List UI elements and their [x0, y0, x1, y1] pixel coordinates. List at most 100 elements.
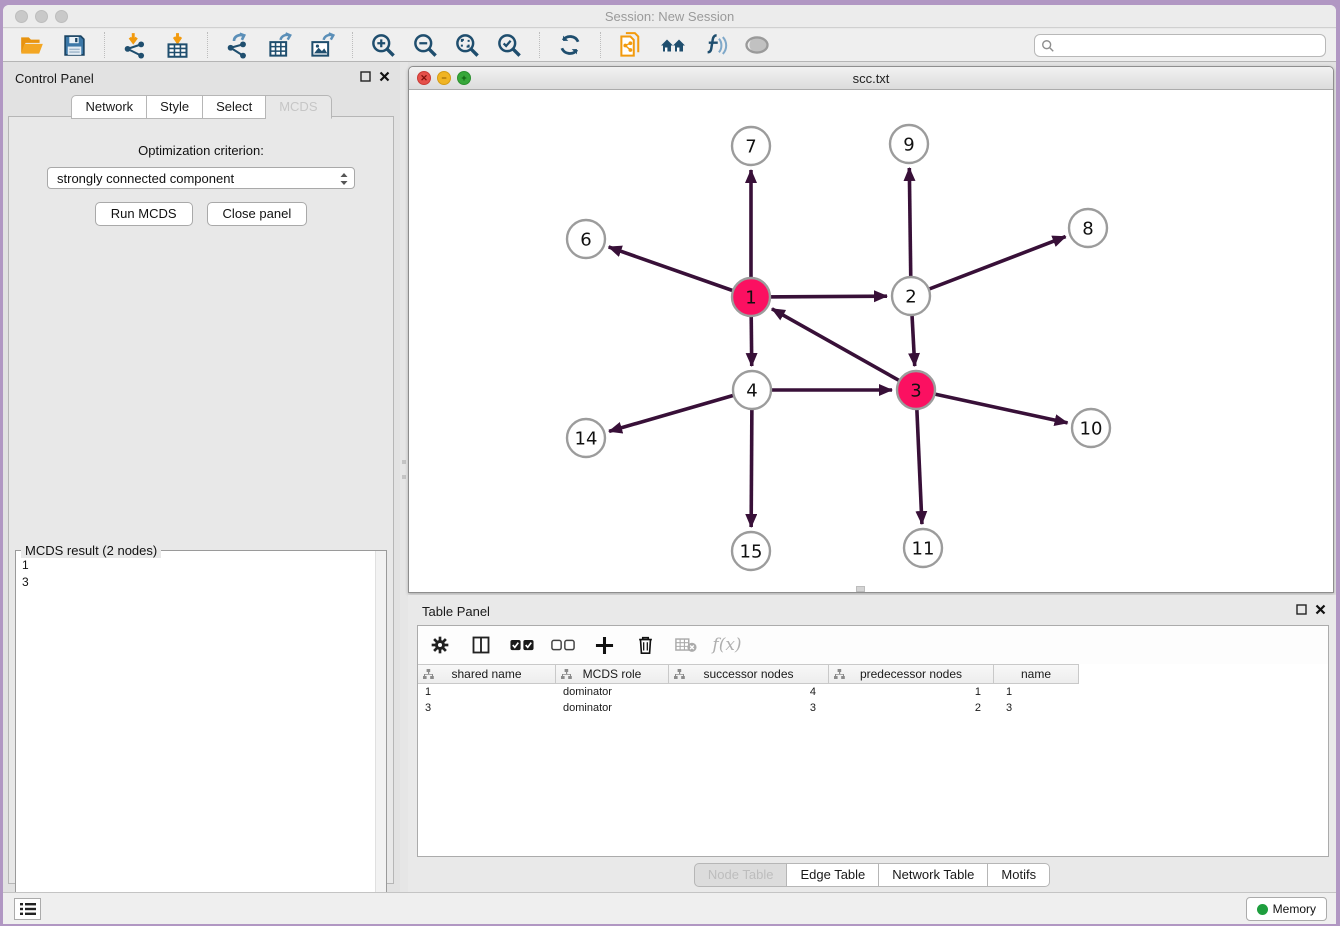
zoom-out-icon[interactable]	[411, 31, 439, 59]
float-panel-icon[interactable]	[360, 71, 371, 82]
table-panel-header: Table Panel	[408, 595, 1336, 625]
tab-network[interactable]: Network	[71, 95, 147, 119]
toolbar-separator	[207, 32, 208, 58]
graph-edge-4-14[interactable]	[609, 390, 752, 431]
graph-node-10[interactable]: 10	[1072, 409, 1110, 447]
hide-graphics-details-icon[interactable]	[701, 31, 729, 59]
tab-select[interactable]: Select	[203, 95, 266, 119]
delete-table-icon	[674, 633, 698, 657]
refresh-icon[interactable]	[556, 31, 584, 59]
graph-node-14[interactable]: 14	[567, 419, 605, 457]
deselect-all-checkbox-icon[interactable]	[551, 633, 575, 657]
tab-style[interactable]: Style	[147, 95, 203, 119]
tab-node-table[interactable]: Node Table	[694, 863, 788, 887]
select-all-checkbox-icon[interactable]	[510, 633, 534, 657]
function-builder-icon: f(x)	[715, 633, 739, 657]
run-mcds-button[interactable]: Run MCDS	[95, 202, 193, 226]
column-header-shared-name[interactable]: shared name	[418, 665, 556, 683]
svg-text:9: 9	[903, 134, 914, 155]
graph-node-3[interactable]: 3	[897, 371, 935, 409]
search-field[interactable]	[1034, 34, 1326, 57]
close-panel-icon[interactable]	[379, 71, 390, 82]
graph-edge-1-2[interactable]	[751, 296, 887, 297]
graph-node-6[interactable]: 6	[567, 220, 605, 258]
cell-shared-name: 3	[418, 700, 556, 716]
close-panel-button[interactable]: Close panel	[207, 202, 308, 226]
svg-text:3: 3	[910, 380, 921, 401]
criterion-select[interactable]: strongly connected component	[47, 167, 355, 189]
graph-node-7[interactable]: 7	[732, 127, 770, 165]
import-table-icon[interactable]	[163, 31, 191, 59]
graph-edge-3-1[interactable]	[772, 309, 916, 390]
graph-edge-2-8[interactable]	[911, 237, 1066, 296]
delete-column-icon[interactable]	[633, 633, 657, 657]
table-header-row: shared nameMCDS rolesuccessor nodesprede…	[418, 664, 1079, 684]
float-table-panel-icon[interactable]	[1296, 604, 1307, 615]
zoom-in-icon[interactable]	[369, 31, 397, 59]
show-hide-eye-icon[interactable]	[743, 31, 771, 59]
graph-node-4[interactable]: 4	[733, 371, 771, 409]
add-column-icon[interactable]	[592, 633, 616, 657]
graph-edge-3-10[interactable]	[916, 390, 1068, 423]
splitter-grip	[402, 460, 406, 464]
network-window-title: scc.txt	[409, 71, 1333, 86]
memory-button[interactable]: Memory	[1246, 897, 1327, 921]
split-panel-icon[interactable]	[469, 633, 493, 657]
svg-text:4: 4	[746, 380, 757, 401]
task-history-button[interactable]	[14, 898, 41, 920]
svg-text:6: 6	[580, 229, 591, 250]
memory-label: Memory	[1273, 902, 1316, 916]
close-table-panel-icon[interactable]	[1315, 604, 1326, 615]
graph-edge-4-15[interactable]	[751, 390, 752, 527]
result-scrollbar[interactable]	[375, 551, 386, 924]
graph-node-1[interactable]: 1	[732, 278, 770, 316]
tab-network-table[interactable]: Network Table	[879, 863, 988, 887]
svg-text:10: 10	[1080, 418, 1103, 439]
vertical-splitter[interactable]	[400, 62, 408, 892]
tab-edge-table[interactable]: Edge Table	[787, 863, 879, 887]
status-bar: Memory	[3, 892, 1336, 924]
application-window: Session: New Session	[3, 5, 1336, 924]
graph-node-8[interactable]: 8	[1069, 209, 1107, 247]
open-file-icon[interactable]	[18, 31, 46, 59]
optimization-criterion-label: Optimization criterion:	[9, 143, 393, 158]
network-graph[interactable]: 1 2 3 4 6 7 8 9 10 11 14 15	[409, 90, 1333, 592]
column-header-mcds-role[interactable]: MCDS role	[556, 665, 669, 683]
cell-name: 3	[994, 700, 1079, 716]
new-network-from-selection-icon[interactable]	[617, 31, 645, 59]
export-table-icon[interactable]	[266, 31, 294, 59]
table-panel: Table Panel	[408, 595, 1336, 892]
horizontal-splitter-grip[interactable]	[856, 586, 865, 592]
graph-node-11[interactable]: 11	[904, 529, 942, 567]
svg-text:15: 15	[740, 541, 763, 562]
graph-node-15[interactable]: 15	[732, 532, 770, 570]
mcds-panel: Optimization criterion: strongly connect…	[8, 116, 394, 884]
export-network-icon[interactable]	[224, 31, 252, 59]
graph-node-2[interactable]: 2	[892, 277, 930, 315]
table-row[interactable]: 1dominator411	[418, 684, 1328, 700]
cell-successor-nodes: 4	[669, 684, 829, 700]
export-image-icon[interactable]	[308, 31, 336, 59]
column-header-name[interactable]: name	[994, 665, 1079, 683]
toolbar-separator	[352, 32, 353, 58]
tab-motifs[interactable]: Motifs	[988, 863, 1050, 887]
splitter-grip	[402, 475, 406, 479]
table-row[interactable]: 3dominator323	[418, 700, 1328, 716]
zoom-selected-icon[interactable]	[495, 31, 523, 59]
import-network-icon[interactable]	[121, 31, 149, 59]
toolbar-separator	[600, 32, 601, 58]
criterion-value: strongly connected component	[57, 171, 234, 186]
graph-edge-1-6[interactable]	[609, 247, 751, 297]
cell-mcds-role: dominator	[556, 684, 669, 700]
gear-icon[interactable]	[428, 633, 452, 657]
graph-node-9[interactable]: 9	[890, 125, 928, 163]
svg-text:1: 1	[745, 287, 756, 308]
zoom-fit-icon[interactable]	[453, 31, 481, 59]
column-header-predecessor-nodes[interactable]: predecessor nodes	[829, 665, 994, 683]
column-header-successor-nodes[interactable]: successor nodes	[669, 665, 829, 683]
first-neighbors-icon[interactable]	[659, 31, 687, 59]
control-panel: Control Panel NetworkStyleSelectMCDS Opt…	[3, 62, 400, 892]
save-session-icon[interactable]	[60, 31, 88, 59]
search-input[interactable]	[1055, 35, 1325, 56]
tab-mcds[interactable]: MCDS	[266, 95, 331, 119]
